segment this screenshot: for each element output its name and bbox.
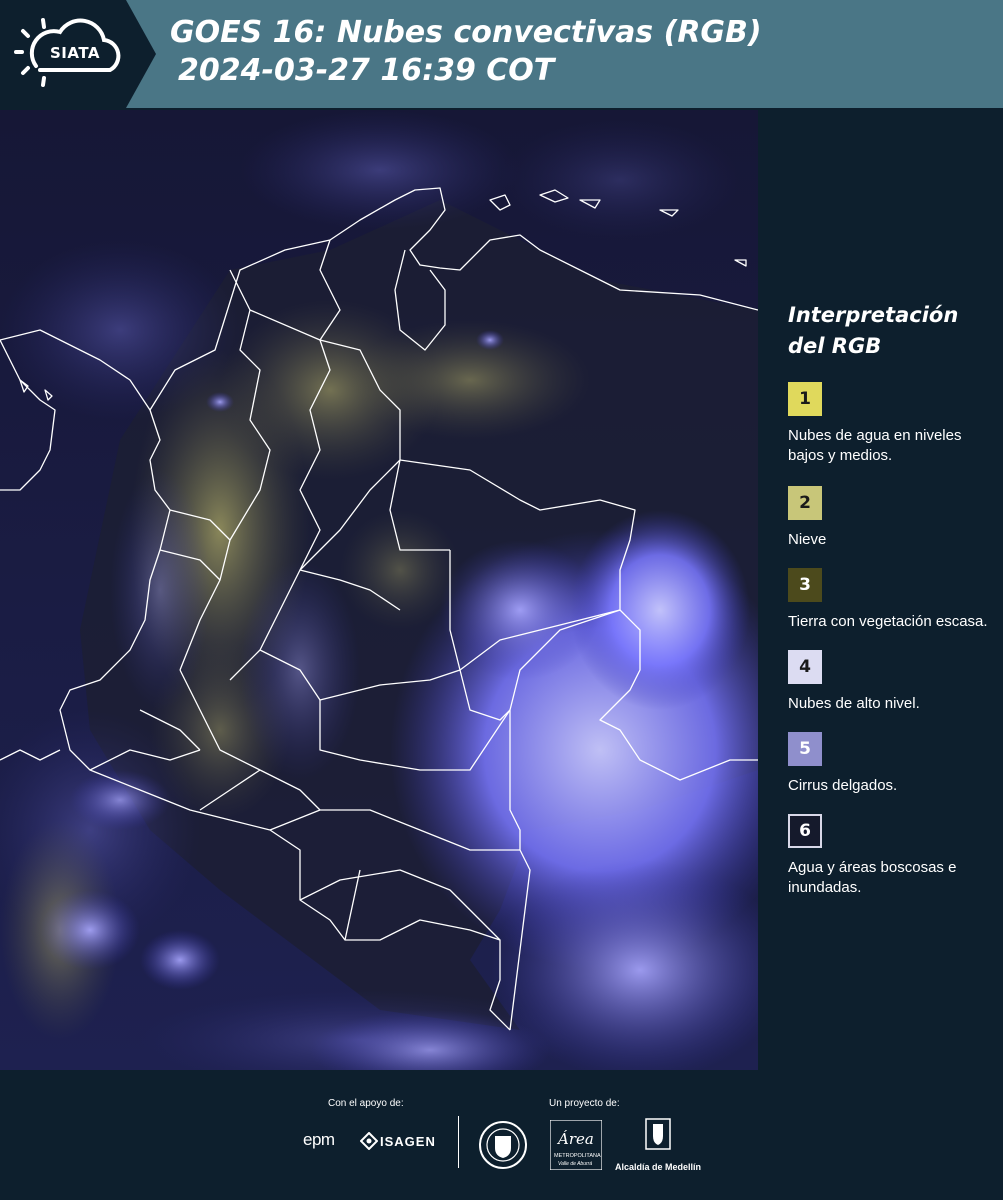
title-timestamp: 2024-03-27 16:39 COT — [178, 53, 555, 88]
legend-label: Nieve — [788, 531, 827, 548]
legend-label: Nubes de alto nivel. — [788, 695, 920, 712]
legend-item: 2 Nieve — [788, 486, 993, 550]
footer: Con el apoyo de: Un proyecto de: epm ISA… — [0, 1070, 1003, 1200]
legend-label: Nubes de agua en niveles bajos y medios. — [788, 427, 962, 464]
project-label: Un proyecto de: — [549, 1098, 620, 1109]
siata-logo-text: SIATA — [50, 44, 101, 62]
legend-swatch: 2 — [788, 486, 822, 520]
legend-item: 1 Nubes de agua en niveles bajos y medios… — [788, 382, 993, 466]
epm-logo: epm — [303, 1130, 335, 1149]
page-title: GOES 16: Nubes convectivas (RGB) 2024-03… — [170, 14, 762, 90]
satellite-rgb-map-icon — [0, 110, 758, 1070]
title-product: GOES 16: Nubes convectivas (RGB) — [170, 15, 762, 50]
legend-label: Agua y áreas boscosas e inundadas. — [788, 859, 957, 896]
legend-item: 3 Tierra con vegetación escasa. — [788, 568, 993, 632]
support-label: Con el apoyo de: — [328, 1098, 404, 1109]
medellin-seal-icon — [478, 1120, 528, 1174]
area-line1: Área — [556, 1130, 594, 1148]
legend-item: 4 Nubes de alto nivel. — [788, 650, 993, 714]
legend-title: Interpretación del RGB — [788, 300, 993, 362]
isagen-logo: ISAGEN — [380, 1134, 436, 1149]
legend: Interpretación del RGB 1 Nubes de agua en… — [788, 300, 993, 916]
legend-title-line2: del RGB — [788, 334, 882, 358]
satellite-map — [0, 110, 758, 1070]
alcaldia-shield-icon — [645, 1118, 671, 1150]
header-bar: SIATA GOES 16: Nubes convectivas (RGB) 2… — [0, 0, 1003, 108]
footer-divider — [458, 1116, 459, 1168]
legend-items: 1 Nubes de agua en niveles bajos y medios… — [788, 382, 993, 898]
isagen-mark-icon — [359, 1131, 379, 1154]
alcaldia-logo: Alcaldía de Medellín — [612, 1118, 704, 1172]
siata-logo: SIATA — [0, 0, 156, 108]
alcaldia-text: Alcaldía de Medellín — [614, 1162, 702, 1172]
area-line2: METROPOLITANA — [554, 1153, 601, 1159]
legend-swatch: 1 — [788, 382, 822, 416]
legend-item: 5 Cirrus delgados. — [788, 732, 993, 796]
legend-swatch: 6 — [788, 814, 822, 848]
legend-item: 6 Agua y áreas boscosas e inundadas. — [788, 814, 993, 898]
legend-swatch: 5 — [788, 732, 822, 766]
legend-swatch: 4 — [788, 650, 822, 684]
legend-label: Tierra con vegetación escasa. — [788, 613, 988, 630]
legend-title-line1: Interpretación — [788, 303, 959, 327]
legend-label: Cirrus delgados. — [788, 777, 898, 794]
area-line3: Valle de Aburrá — [558, 1161, 592, 1167]
area-metropolitana-logo: Área METROPOLITANA Valle de Aburrá — [549, 1119, 603, 1174]
legend-swatch: 3 — [788, 568, 822, 602]
